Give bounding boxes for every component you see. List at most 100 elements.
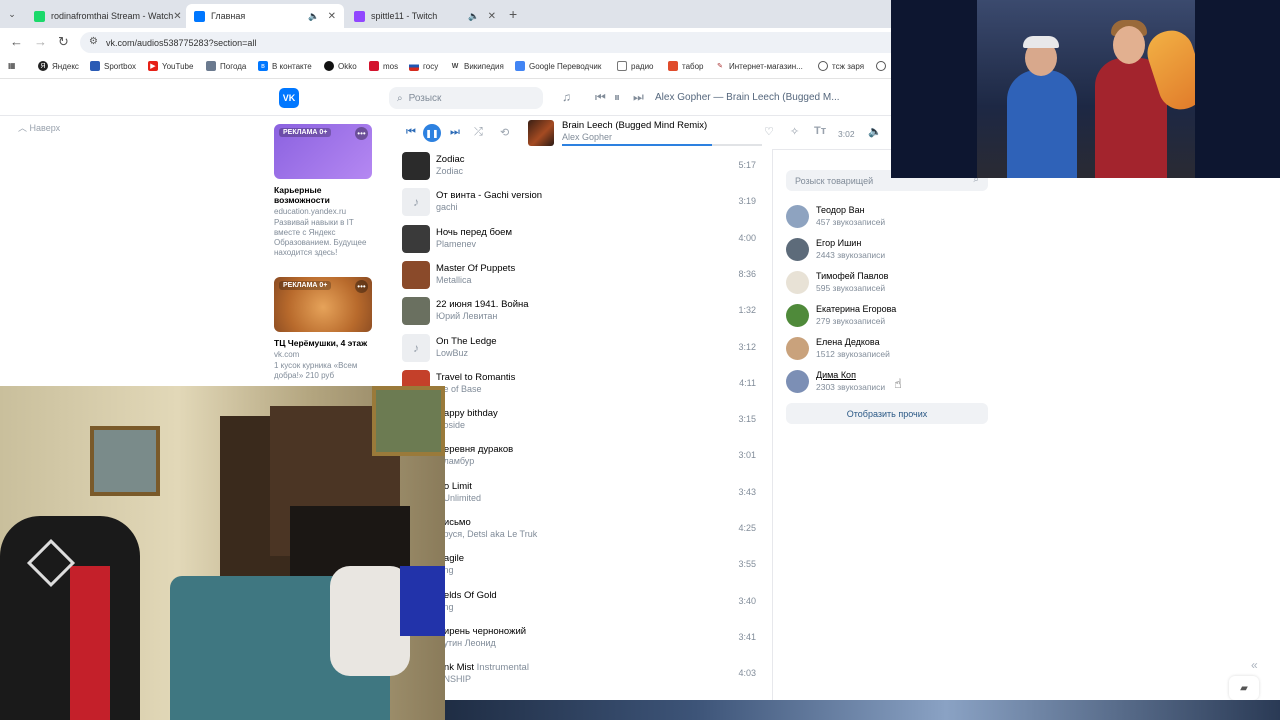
friend-item[interactable]: Тимофей Павлов 595 звукозаписей bbox=[786, 269, 986, 299]
close-tab-icon[interactable]: ✕ bbox=[173, 11, 181, 22]
bookmark-tabor[interactable]: табор bbox=[668, 61, 704, 71]
dislike-icon[interactable]: ♡ bbox=[764, 125, 774, 138]
track-title[interactable]: ...elds Of Gold bbox=[436, 590, 497, 601]
track-row[interactable]: ♪ On The Ledge LowBuz 3:12 bbox=[402, 332, 762, 368]
bookmark-vkontakte[interactable]: вВ контакте bbox=[258, 61, 312, 71]
show-more-button[interactable]: Отобразить прочих bbox=[786, 403, 988, 424]
friend-item[interactable]: Елена Дедкова 1512 звукозаписей bbox=[786, 335, 986, 365]
apps-grid-icon[interactable]: ▦ bbox=[8, 61, 16, 70]
friend-name[interactable]: Дима Коп bbox=[816, 370, 856, 380]
track-title[interactable]: On The Ledge bbox=[436, 336, 497, 347]
pause-icon[interactable]: ⏸ bbox=[614, 90, 620, 105]
bookmark-radio[interactable]: радио bbox=[617, 61, 653, 71]
track-artist[interactable]: Plamenev bbox=[436, 239, 476, 249]
next-track-icon[interactable]: ⏭ bbox=[450, 126, 460, 139]
track-row[interactable]: Ночь перед боем Plamenev 4:00 bbox=[402, 223, 762, 259]
avatar[interactable] bbox=[786, 238, 809, 261]
avatar[interactable] bbox=[786, 271, 809, 294]
track-artist[interactable]: ...руся, Detsl aka Le Truk bbox=[436, 529, 537, 539]
friend-name[interactable]: Екатерина Егорова bbox=[816, 304, 896, 314]
volume-icon[interactable]: 🔈 bbox=[868, 125, 882, 138]
track-title[interactable]: ...ирень черноножий bbox=[436, 626, 526, 637]
close-tab-icon[interactable]: ✕ bbox=[488, 11, 496, 22]
header-now-playing[interactable]: Alex Gopher — Brain Leech (Bugged M... bbox=[655, 92, 840, 103]
ad-card[interactable]: РЕКЛАМА 0+ ••• Карьерные возможности edu… bbox=[274, 124, 372, 258]
track-row[interactable]: ♪...agile ...ng3:55 bbox=[402, 549, 762, 585]
bookmark-okko[interactable]: Okko bbox=[324, 61, 357, 71]
progress-bar[interactable] bbox=[562, 144, 762, 146]
now-playing-title[interactable]: Brain Leech (Bugged Mind Remix) bbox=[562, 120, 707, 131]
track-cover[interactable] bbox=[402, 152, 430, 180]
friend-name[interactable]: Елена Дедкова bbox=[816, 337, 880, 347]
prev-track-icon[interactable]: ⏮ bbox=[406, 126, 416, 139]
tab-rodinafromthai[interactable]: rodinafromthai Stream - Watch ✕ bbox=[26, 4, 184, 28]
bookmark-tszh-zarya[interactable]: тсж заря bbox=[818, 61, 864, 71]
site-settings-icon[interactable]: ⚙ bbox=[89, 36, 98, 47]
now-playing-artist[interactable]: Alex Gopher bbox=[562, 132, 612, 142]
prev-track-icon[interactable]: ⏮ bbox=[595, 90, 606, 105]
more-options-icon[interactable]: ••• bbox=[355, 127, 368, 140]
friend-item[interactable]: Дима Коп 2303 звукозаписи bbox=[786, 368, 986, 398]
tab-spittle11-twitch[interactable]: spittle11 - Twitch 🔈 ✕ bbox=[346, 4, 504, 28]
track-cover[interactable] bbox=[402, 260, 430, 289]
friend-name[interactable]: Теодор Ван bbox=[816, 205, 865, 215]
track-cover[interactable]: ♪ bbox=[402, 188, 430, 217]
speaker-icon[interactable]: 🔈 bbox=[468, 11, 479, 22]
track-title[interactable]: ...еревня дураков bbox=[436, 444, 513, 455]
vk-logo[interactable]: VK bbox=[279, 88, 299, 108]
track-artist[interactable]: LowBuz bbox=[436, 348, 468, 358]
bell-icon[interactable]: ♫ bbox=[562, 90, 571, 104]
new-tab-icon[interactable]: + bbox=[509, 6, 517, 22]
vk-search-input[interactable]: ⌕ Розыск bbox=[389, 87, 543, 109]
chat-button[interactable]: ▰ bbox=[1229, 676, 1259, 700]
friend-name[interactable]: Тимофей Павлов bbox=[816, 271, 888, 281]
friend-item[interactable]: Егор Ишин 2443 звукозаписи bbox=[786, 236, 986, 266]
bookmark-gosu[interactable]: госу bbox=[409, 61, 438, 71]
bookmark-wikipedia[interactable]: W Википедия bbox=[450, 61, 504, 71]
track-artist[interactable]: Юрий Левитан bbox=[436, 311, 497, 321]
track-row[interactable]: Master Of Puppets Metallica 8:36 bbox=[402, 259, 762, 295]
track-row[interactable]: Travel to Romantis ...e of Base 4:11 bbox=[402, 368, 762, 404]
pause-button[interactable]: ❚❚ bbox=[423, 124, 441, 142]
avatar[interactable] bbox=[786, 304, 809, 327]
repeat-icon[interactable]: ⟲ bbox=[500, 126, 509, 139]
track-row[interactable]: Zodiac Zodiac 5:17 bbox=[402, 150, 762, 186]
bookmark-internet-shop[interactable]: ✎ Интернет-магазин... bbox=[715, 61, 803, 71]
track-row[interactable]: ♪...исьмо ...руся, Detsl aka Le Truk4:25 bbox=[402, 513, 762, 549]
track-title[interactable]: ...nk Mist Instrumental bbox=[436, 662, 529, 673]
bookmark-yandex[interactable]: Я Яндекс bbox=[38, 61, 79, 71]
track-row[interactable]: ♪...o Limit ...Unlimited3:43 bbox=[402, 477, 762, 513]
tab-search-dropdown-icon[interactable]: ⌄ bbox=[4, 6, 20, 22]
sparkle-icon[interactable]: ✧ bbox=[790, 125, 799, 138]
back-arrow-icon[interactable]: ← bbox=[10, 34, 23, 49]
track-title[interactable]: От винта - Gachi version bbox=[436, 190, 542, 201]
track-title[interactable]: Zodiac bbox=[436, 154, 465, 165]
shuffle-icon[interactable]: ⤮ bbox=[474, 126, 483, 139]
bookmark-weather[interactable]: Погода bbox=[206, 61, 246, 71]
friend-name[interactable]: Егор Ишин bbox=[816, 238, 861, 248]
url-field[interactable]: ⚙ vk.com/audios538775283?section=all bbox=[80, 32, 891, 53]
more-bookmarks-icon[interactable] bbox=[876, 61, 890, 71]
avatar[interactable] bbox=[786, 205, 809, 228]
track-row[interactable]: ♪...nk Mist Instrumental...NSHIP4:03 bbox=[402, 658, 762, 694]
reload-icon[interactable]: ↻ bbox=[58, 34, 69, 50]
track-artist[interactable]: Metallica bbox=[436, 275, 472, 285]
close-tab-icon[interactable]: ✕ bbox=[328, 11, 336, 22]
avatar[interactable] bbox=[786, 337, 809, 360]
bookmark-google-translate[interactable]: Google Переводчик bbox=[515, 61, 601, 71]
track-cover[interactable] bbox=[402, 224, 430, 253]
more-options-icon[interactable]: ••• bbox=[355, 280, 368, 293]
lyrics-icon[interactable]: Tт bbox=[814, 125, 826, 137]
bookmark-mos[interactable]: mos bbox=[369, 61, 398, 71]
scroll-top-link[interactable]: ︿ Наверх bbox=[18, 121, 60, 134]
track-title[interactable]: Ночь перед боем bbox=[436, 227, 512, 238]
friend-item[interactable]: Теодор Ван 457 звукозаписей bbox=[786, 203, 986, 233]
bookmark-sportbox[interactable]: Sportbox bbox=[90, 61, 136, 71]
forward-arrow-icon[interactable]: → bbox=[34, 34, 47, 49]
track-cover[interactable] bbox=[402, 297, 430, 326]
track-row[interactable]: ♪...appy bithday ...oside3:15 bbox=[402, 404, 762, 440]
track-cover[interactable]: ♪ bbox=[402, 333, 430, 362]
track-title[interactable]: ...appy bithday bbox=[436, 408, 498, 419]
bookmark-youtube[interactable]: ▶ YouTube bbox=[148, 61, 193, 71]
track-row[interactable]: 22 июня 1941. Война Юрий Левитан 1:32 bbox=[402, 295, 762, 331]
